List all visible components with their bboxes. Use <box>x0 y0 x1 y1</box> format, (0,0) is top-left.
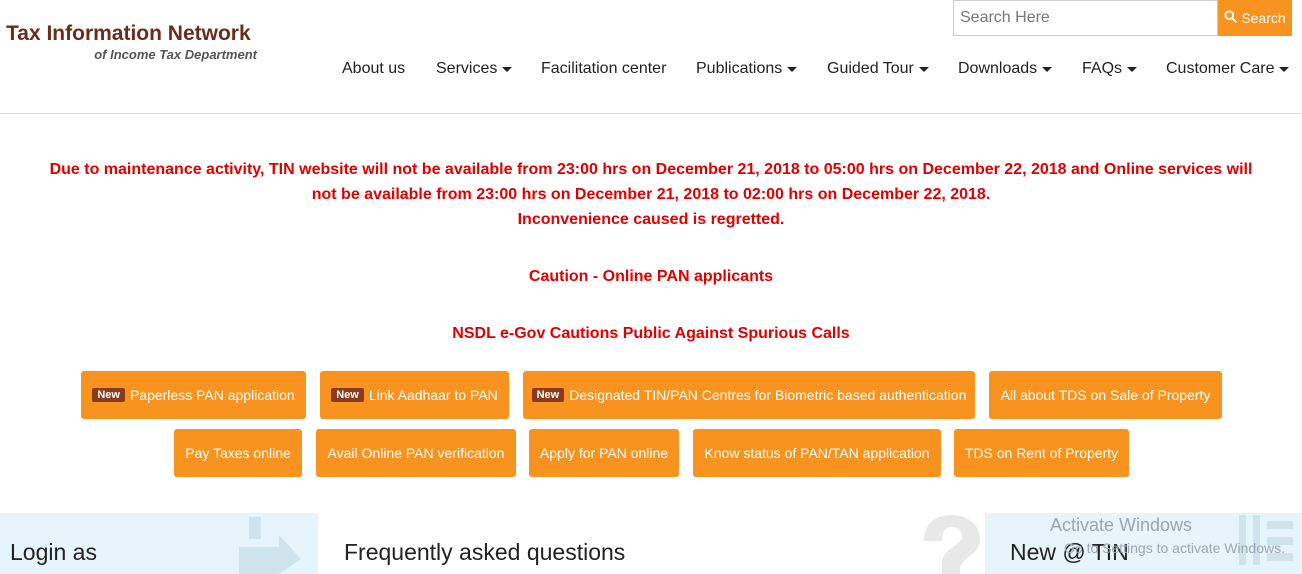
caret-down-icon <box>1127 67 1138 72</box>
button-label: Designated TIN/PAN Centres for Biometric… <box>569 387 967 403</box>
question-mark-icon <box>924 515 980 574</box>
caret-down-icon <box>502 67 513 72</box>
caret-down-icon <box>918 67 929 72</box>
nav-services[interactable]: Services <box>436 60 513 78</box>
new-badge: New <box>331 388 364 402</box>
site-title[interactable]: Tax Information Network <box>6 22 251 46</box>
search-button-label: Search <box>1241 10 1286 26</box>
button-label: Link Aadhaar to PAN <box>368 387 498 403</box>
faq-panel: Frequently asked questions <box>318 513 985 574</box>
maintenance-line-3: Inconvenience caused is regretted. <box>517 211 785 228</box>
caret-down-icon <box>787 67 798 72</box>
maintenance-line-2: not be available from 23:00 hrs on Decem… <box>311 186 991 203</box>
pay-taxes-button[interactable]: Pay Taxes online <box>174 429 302 477</box>
tds-rent-property-button[interactable]: TDS on Rent of Property <box>954 429 1129 477</box>
nav-label: Downloads <box>958 60 1038 77</box>
pan-tan-status-button[interactable]: Know status of PAN/TAN application <box>693 429 941 477</box>
button-label: Avail Online PAN verification <box>327 445 505 461</box>
new-badge: New <box>531 388 565 402</box>
caution-link[interactable]: Caution - Online PAN applicants <box>0 264 1302 289</box>
login-panel-title: Login as <box>10 539 97 565</box>
login-arrow-icon <box>239 517 301 574</box>
pan-verification-button[interactable]: Avail Online PAN verification <box>316 429 516 477</box>
login-panel: Login as <box>0 513 318 574</box>
caret-down-icon <box>1042 67 1053 72</box>
nav-guided-tour[interactable]: Guided Tour <box>827 60 929 78</box>
nsdl-caution-link[interactable]: NSDL e-Gov Cautions Public Against Spuri… <box>0 321 1302 346</box>
nav-label: Services <box>436 60 498 77</box>
site-header: Tax Information Network of Income Tax De… <box>0 0 1302 114</box>
nav-faqs[interactable]: FAQs <box>1082 60 1138 78</box>
activate-windows-heading: Activate Windows <box>1050 515 1193 535</box>
new-badge: New <box>92 388 125 402</box>
apply-pan-button[interactable]: Apply for PAN online <box>529 429 679 477</box>
nav-about-us[interactable]: About us <box>342 60 405 78</box>
tds-sale-property-button[interactable]: All about TDS on Sale of Property <box>989 371 1222 419</box>
button-label: Know status of PAN/TAN application <box>704 445 930 461</box>
search-input[interactable] <box>953 0 1218 36</box>
main-nav: About us Services Facilitation center Pu… <box>0 60 1302 84</box>
button-label: All about TDS on Sale of Property <box>1000 387 1211 403</box>
faq-panel-title[interactable]: Frequently asked questions <box>344 539 625 566</box>
nav-label: Publications <box>696 60 783 77</box>
activate-windows-subtext: Go to Settings to activate Windows. <box>1064 540 1285 556</box>
button-label: TDS on Rent of Property <box>964 445 1119 461</box>
nav-facilitation-center[interactable]: Facilitation center <box>541 60 666 78</box>
maintenance-line-1: Due to maintenance activity, TIN website… <box>49 161 1253 178</box>
paperless-pan-button[interactable]: New Paperless PAN application <box>81 371 306 419</box>
search-icon <box>1224 10 1238 26</box>
search-button[interactable]: Search <box>1218 0 1292 36</box>
button-label: Paperless PAN application <box>129 387 295 403</box>
caret-down-icon <box>1279 67 1290 72</box>
nav-label: Facilitation center <box>541 60 667 77</box>
maintenance-notice: Due to maintenance activity, TIN website… <box>0 157 1302 232</box>
nav-label: Customer Care <box>1166 60 1275 77</box>
nav-downloads[interactable]: Downloads <box>958 60 1053 78</box>
nav-publications[interactable]: Publications <box>696 60 798 78</box>
nav-customer-care[interactable]: Customer Care <box>1166 60 1290 78</box>
button-label: Pay Taxes online <box>185 445 291 461</box>
link-aadhaar-button[interactable]: New Link Aadhaar to PAN <box>320 371 509 419</box>
button-label: Apply for PAN online <box>539 445 669 461</box>
nav-label: About us <box>342 60 406 77</box>
designated-centres-button[interactable]: New Designated TIN/PAN Centres for Biomet… <box>523 371 975 419</box>
nav-label: FAQs <box>1082 60 1123 77</box>
nav-label: Guided Tour <box>827 60 914 77</box>
